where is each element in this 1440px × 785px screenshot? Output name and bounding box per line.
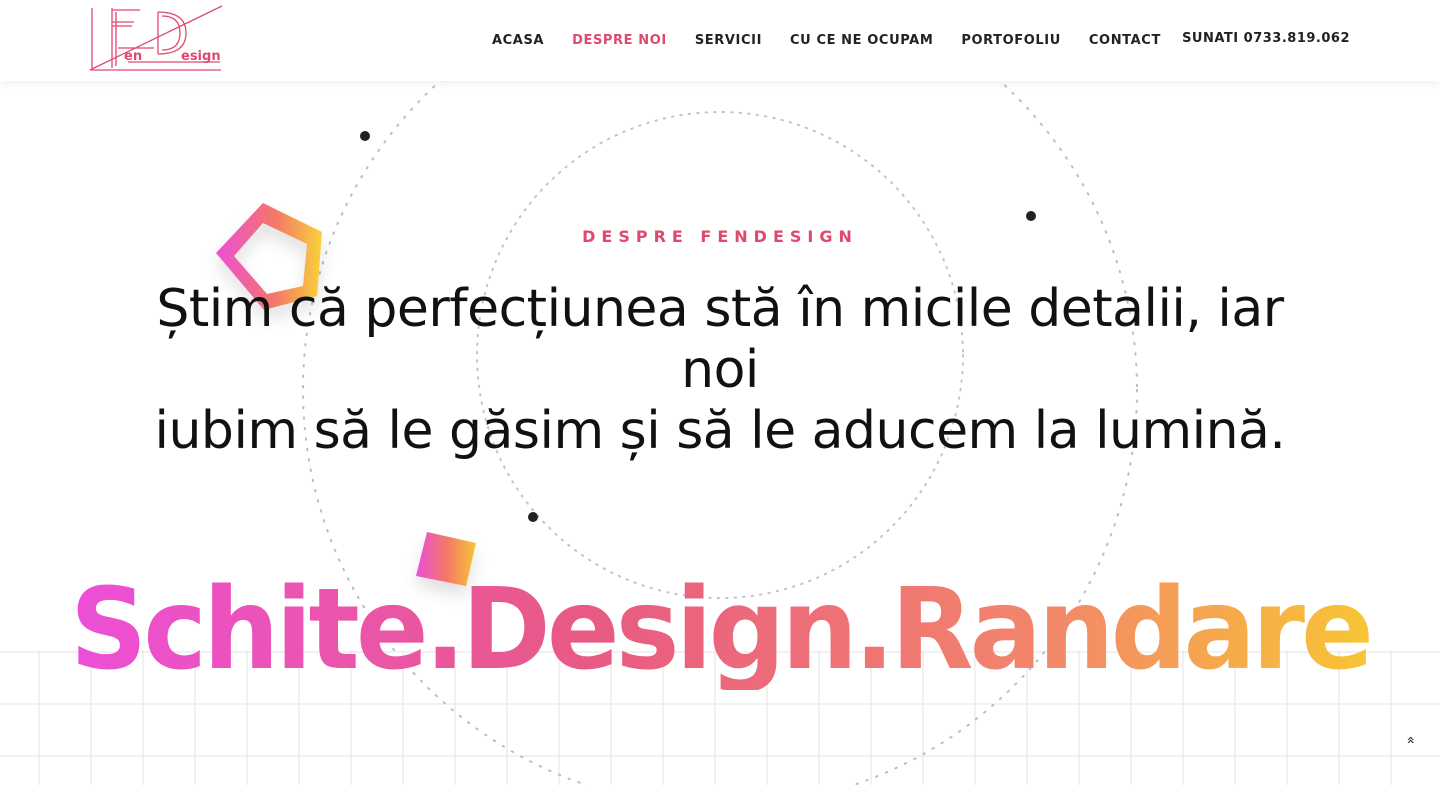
phone-number: 0733.819.062	[1243, 31, 1350, 46]
orbit-dot	[528, 512, 538, 522]
nav-item-acasa[interactable]: ACASA	[492, 33, 544, 48]
fendesign-logo[interactable]: en esign	[88, 4, 226, 72]
orbit-dot	[1026, 211, 1036, 221]
nav-item-contact[interactable]: CONTACT	[1089, 33, 1161, 48]
section-eyebrow: DESPRE FENDESIGN	[582, 227, 858, 246]
logo-text-design: esign	[181, 49, 221, 64]
double-chevron-up-icon: «	[1401, 735, 1418, 745]
nav-item-cu-ce-ne-ocupam[interactable]: CU CE NE OCUPAM	[790, 33, 933, 48]
nav-item-servicii[interactable]: SERVICII	[695, 33, 762, 48]
phone-contact[interactable]: SUNATI 0733.819.062	[1182, 31, 1350, 46]
logo-mark: en esign	[89, 5, 223, 71]
logo-text-en: en	[124, 49, 142, 64]
phone-prefix: SUNATI	[1182, 31, 1239, 46]
gradient-text-svg: Schite.Design.Randare	[70, 565, 1374, 695]
scroll-to-top-button[interactable]: «	[1398, 728, 1422, 752]
hero-headline: Știm că perfecțiunea stă în micile detal…	[120, 279, 1320, 462]
orbit-dot	[360, 131, 370, 141]
site-header: en esign ACASA DESPRE NOI SERVICII CU CE…	[0, 0, 1440, 81]
nav-item-portofoliu[interactable]: PORTOFOLIU	[961, 33, 1061, 48]
nav-item-despre-noi[interactable]: DESPRE NOI	[572, 33, 667, 48]
headline-line-1: Știm că perfecțiunea stă în micile detal…	[156, 279, 1284, 400]
main-navigation: ACASA DESPRE NOI SERVICII CU CE NE OCUPA…	[478, 0, 1175, 81]
hero-big-text: Schite.Design.Randare	[0, 560, 1440, 719]
big-gradient-text: Schite.Design.Randare	[70, 565, 1370, 690]
headline-line-2: iubim să le găsim și să le aducem la lum…	[154, 401, 1286, 461]
